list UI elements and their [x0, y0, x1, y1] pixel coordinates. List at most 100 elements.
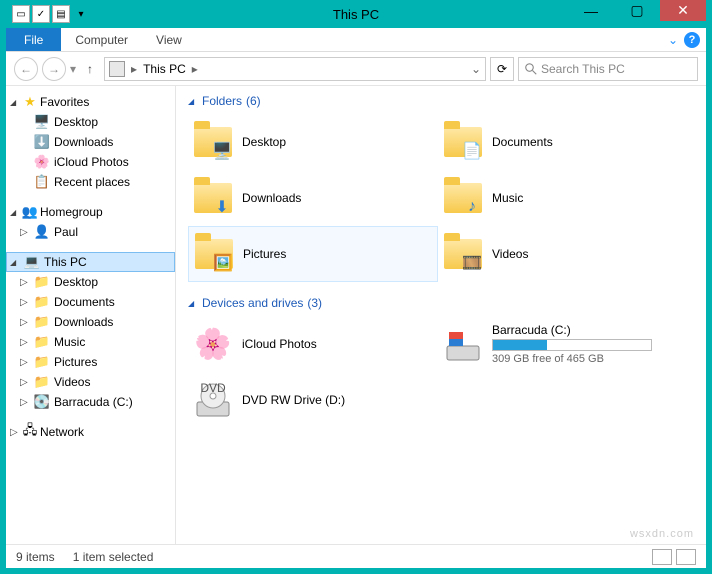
sidebar-item-desktop[interactable]: 🖥️Desktop: [6, 112, 175, 132]
app-icon[interactable]: ▭: [12, 5, 30, 23]
file-tab[interactable]: File: [6, 28, 61, 51]
folder-icon: 📁: [34, 274, 50, 290]
chevron-right-icon[interactable]: [20, 337, 30, 348]
sidebar-item-paul[interactable]: 👤Paul: [6, 222, 175, 242]
chevron-right-icon[interactable]: [20, 357, 30, 368]
navigation-pane: ★ Favorites 🖥️Desktop ⬇️Downloads 🌸iClou…: [6, 86, 176, 544]
recent-icon: 📋: [34, 174, 50, 190]
desktop-icon: 🖥️: [34, 114, 50, 130]
chevron-right-icon[interactable]: [20, 297, 30, 308]
sidebar-item-documents[interactable]: 📁Documents: [6, 292, 175, 312]
homegroup-icon: 👥: [22, 204, 38, 220]
minimize-button[interactable]: —: [568, 0, 614, 21]
chevron-right-icon[interactable]: [20, 377, 30, 388]
folder-tile-desktop[interactable]: 🖥️Desktop: [188, 114, 438, 170]
chevron-right-icon[interactable]: [20, 317, 30, 328]
breadcrumb[interactable]: This PC: [143, 62, 186, 76]
folders-group: Folders (6) 🖥️Desktop 📄Documents ⬇Downlo…: [188, 94, 694, 282]
details-view-button[interactable]: [652, 549, 672, 565]
ribbon: File Computer View ⌄ ?: [6, 28, 706, 52]
ribbon-tab-view[interactable]: View: [142, 28, 196, 51]
folder-tile-music[interactable]: ♪Music: [438, 170, 688, 226]
computer-icon: 💻: [24, 254, 40, 270]
status-selected-count: 1 item selected: [73, 550, 154, 564]
body: ★ Favorites 🖥️Desktop ⬇️Downloads 🌸iClou…: [6, 86, 706, 544]
folder-icon: 📁: [34, 374, 50, 390]
address-bar[interactable]: ▸ This PC ▸ ⌄: [104, 57, 486, 81]
qat-dropdown-icon[interactable]: ▾: [72, 5, 90, 23]
folder-icon: 📄: [442, 121, 484, 163]
back-button[interactable]: ←: [14, 57, 38, 81]
chevron-right-icon[interactable]: [20, 227, 30, 238]
address-dropdown-icon[interactable]: ⌄: [471, 62, 481, 76]
folder-tile-downloads[interactable]: ⬇Downloads: [188, 170, 438, 226]
drives-group: Devices and drives (3) 🌸 iCloud Photos B…: [188, 296, 694, 428]
folder-tile-documents[interactable]: 📄Documents: [438, 114, 688, 170]
drive-icon: [442, 323, 484, 365]
window-controls: — ▢ ✕: [568, 0, 706, 21]
sidebar-item-downloads[interactable]: 📁Downloads: [6, 312, 175, 332]
sidebar-item-recent[interactable]: 📋Recent places: [6, 172, 175, 192]
qat-newfolder-icon[interactable]: ▤: [52, 5, 70, 23]
sidebar-item-music[interactable]: 📁Music: [6, 332, 175, 352]
folder-icon: 📁: [34, 354, 50, 370]
navigation-bar: ← → ▾ ↑ ▸ This PC ▸ ⌄ ⟳ Search This PC: [6, 52, 706, 86]
status-item-count: 9 items: [16, 550, 55, 564]
sidebar-item-icloud[interactable]: 🌸iCloud Photos: [6, 152, 175, 172]
history-dropdown-icon[interactable]: ▾: [70, 62, 76, 76]
dvd-icon: DVD: [192, 379, 234, 421]
chevron-right-icon[interactable]: [10, 427, 20, 438]
svg-text:DVD: DVD: [200, 381, 226, 395]
drive-tile-barracuda[interactable]: Barracuda (C:) 309 GB free of 465 GB: [438, 316, 688, 372]
refresh-button[interactable]: ⟳: [490, 57, 514, 81]
content-pane[interactable]: Folders (6) 🖥️Desktop 📄Documents ⬇Downlo…: [176, 86, 706, 544]
help-icon[interactable]: ?: [684, 32, 700, 48]
chevron-right-icon[interactable]: [20, 277, 30, 288]
chevron-down-icon[interactable]: [10, 97, 20, 108]
photos-icon: 🌸: [34, 154, 50, 170]
titlebar[interactable]: ▭ ✓ ▤ ▾ This PC — ▢ ✕: [6, 0, 706, 28]
watermark: wsxdn.com: [630, 528, 694, 540]
chevron-down-icon[interactable]: [188, 96, 198, 107]
folder-icon: 📁: [34, 334, 50, 350]
sidebar-item-barracuda[interactable]: 💽Barracuda (C:): [6, 392, 175, 412]
drive-tile-dvd[interactable]: DVD DVD RW Drive (D:): [188, 372, 438, 428]
quick-access-toolbar: ▭ ✓ ▤ ▾: [6, 5, 90, 23]
chevron-down-icon[interactable]: [188, 298, 198, 309]
chevron-right-icon[interactable]: ▸: [190, 62, 200, 76]
thispc-icon: [109, 61, 125, 77]
ribbon-expand-icon[interactable]: ⌄: [668, 33, 678, 47]
drive-icon: 💽: [34, 394, 50, 410]
status-bar: 9 items 1 item selected: [6, 544, 706, 568]
maximize-button[interactable]: ▢: [614, 0, 660, 21]
chevron-right-icon[interactable]: [20, 397, 30, 408]
sidebar-homegroup[interactable]: 👥 Homegroup: [6, 202, 175, 222]
forward-button[interactable]: →: [42, 57, 66, 81]
sidebar-favorites[interactable]: ★ Favorites: [6, 92, 175, 112]
sidebar-item-desktop[interactable]: 📁Desktop: [6, 272, 175, 292]
sidebar-thispc[interactable]: 💻 This PC: [6, 252, 175, 272]
folder-tile-videos[interactable]: 🎞️Videos: [438, 226, 688, 282]
group-header-drives[interactable]: Devices and drives (3): [188, 296, 694, 310]
qat-properties-icon[interactable]: ✓: [32, 5, 50, 23]
group-header-folders[interactable]: Folders (6): [188, 94, 694, 108]
ribbon-tab-computer[interactable]: Computer: [61, 28, 142, 51]
close-button[interactable]: ✕: [660, 0, 706, 21]
downloads-icon: ⬇️: [34, 134, 50, 150]
folder-icon: 🖥️: [192, 121, 234, 163]
drive-tile-icloud[interactable]: 🌸 iCloud Photos: [188, 316, 438, 372]
tiles-view-button[interactable]: [676, 549, 696, 565]
sidebar-network[interactable]: 🖧 Network: [6, 422, 175, 442]
folder-tile-pictures[interactable]: 🖼️Pictures: [188, 226, 438, 282]
chevron-down-icon[interactable]: [10, 207, 20, 218]
star-icon: ★: [22, 94, 38, 110]
up-button[interactable]: ↑: [80, 59, 100, 79]
sidebar-item-pictures[interactable]: 📁Pictures: [6, 352, 175, 372]
chevron-down-icon[interactable]: [10, 257, 20, 268]
folder-icon: 🎞️: [442, 233, 484, 275]
explorer-window: ▭ ✓ ▤ ▾ This PC — ▢ ✕ File Computer View…: [6, 0, 706, 568]
sidebar-item-downloads[interactable]: ⬇️Downloads: [6, 132, 175, 152]
chevron-right-icon[interactable]: ▸: [129, 62, 139, 76]
sidebar-item-videos[interactable]: 📁Videos: [6, 372, 175, 392]
search-input[interactable]: Search This PC: [518, 57, 698, 81]
